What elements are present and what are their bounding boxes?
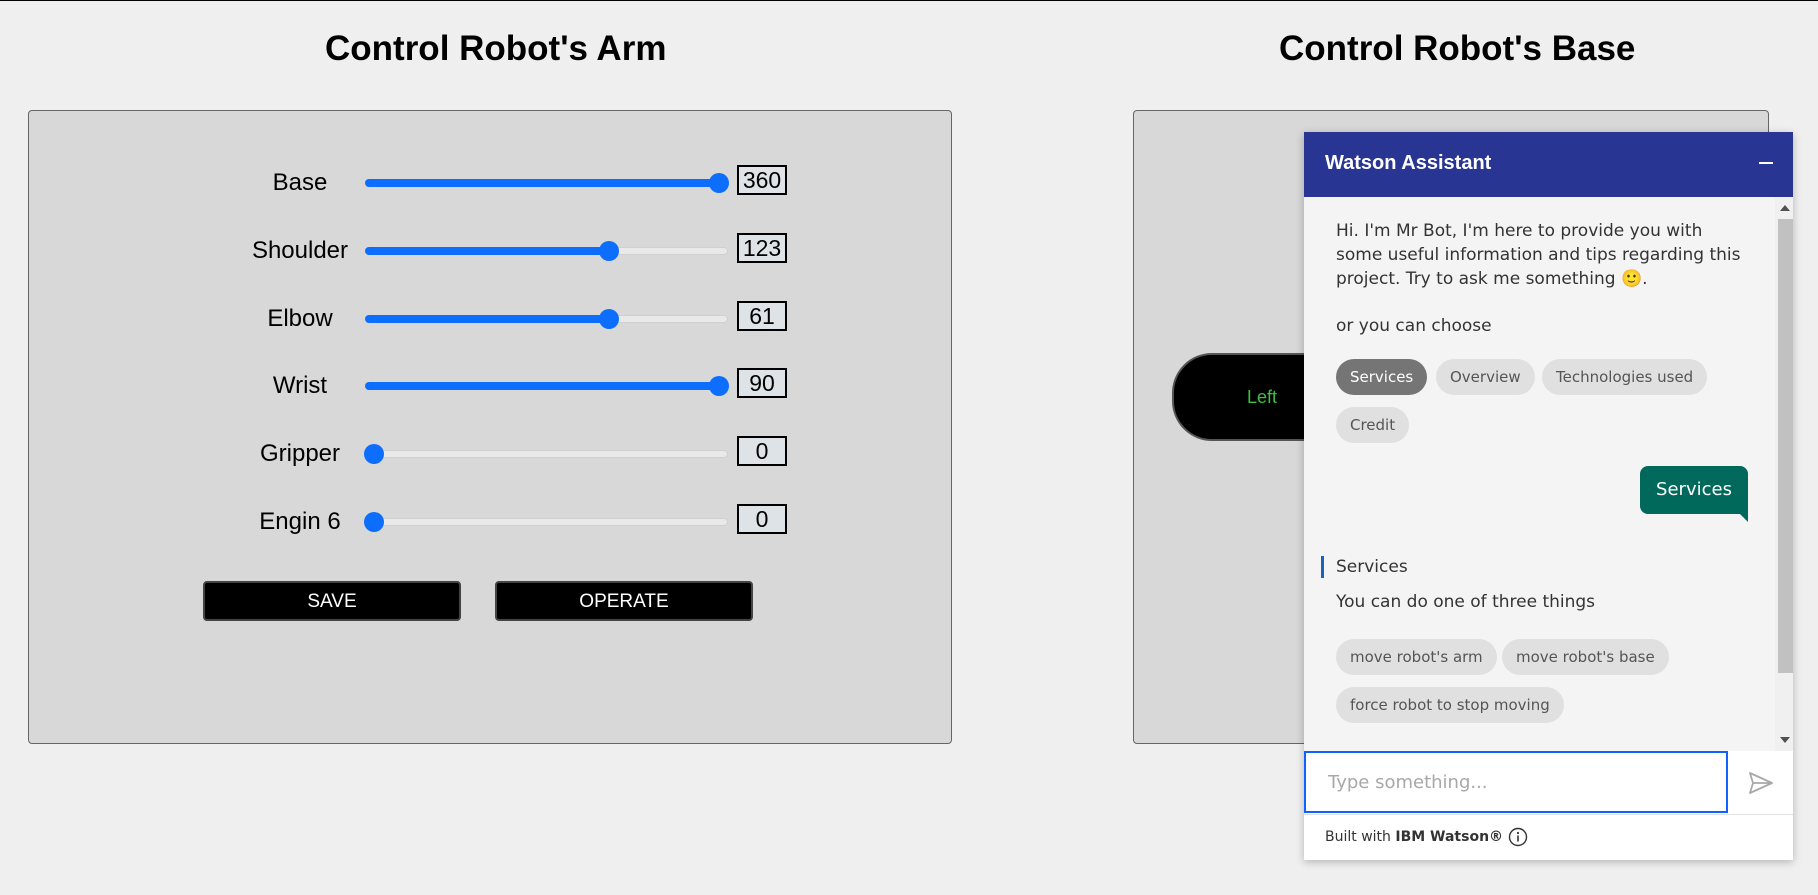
slider-thumb[interactable]	[598, 309, 619, 329]
option-chip-credit[interactable]: Credit	[1336, 407, 1410, 443]
chat-input-area	[1304, 751, 1793, 814]
slider-label: Elbow	[267, 305, 333, 332]
reply-accent-bar	[1321, 556, 1324, 578]
slider-fill	[365, 315, 608, 323]
watson-assistant-widget: Watson Assistant Hi. I'm Mr Bot, I'm her…	[1304, 132, 1793, 860]
slider-thumb[interactable]	[598, 241, 619, 261]
footer-prefix: Built with	[1325, 829, 1396, 845]
reply-text: You can do one of three things	[1336, 592, 1596, 612]
scroll-down-icon[interactable]	[1780, 737, 1790, 743]
slider-thumb[interactable]	[364, 512, 384, 532]
slider-fill	[365, 247, 608, 255]
slider-row-gripper: Gripper 0	[29, 434, 951, 474]
arm-control-panel: Base 360 Shoulder 123 Elbow 61 Wrist 90 …	[28, 110, 952, 744]
option-chip-services[interactable]: Services	[1336, 359, 1428, 395]
bot-choose-text: or you can choose	[1336, 316, 1492, 336]
slider-label: Base	[272, 169, 328, 196]
chat-input[interactable]	[1304, 751, 1728, 813]
reply-title: Services	[1336, 557, 1408, 577]
base-title: Control Robot's Base	[1279, 29, 1636, 68]
slider-label: Shoulder	[251, 237, 349, 264]
slider-label: Engin 6	[259, 508, 341, 535]
info-icon[interactable]	[1508, 827, 1528, 847]
slider-row-elbow: Elbow 61	[29, 299, 951, 339]
user-message: Services	[1640, 466, 1748, 522]
watson-footer: Built with IBM Watson®	[1304, 814, 1793, 860]
option-chip-technologies[interactable]: Technologies used	[1542, 359, 1708, 395]
scrollbar[interactable]	[1775, 197, 1793, 751]
bot-greeting: Hi. I'm Mr Bot, I'm here to provide you …	[1336, 221, 1741, 289]
footer-text: Built with IBM Watson®	[1325, 829, 1503, 845]
slider-thumb[interactable]	[364, 444, 384, 464]
slider-label: Gripper	[259, 440, 341, 467]
minimize-icon[interactable]	[1759, 162, 1773, 164]
operate-button[interactable]: OPERATE	[495, 581, 753, 621]
wrist-value[interactable]: 90	[737, 368, 787, 398]
wrist-slider[interactable]	[365, 376, 729, 396]
slider-thumb[interactable]	[709, 173, 729, 193]
watson-header: Watson Assistant	[1304, 132, 1793, 197]
slider-fill	[365, 382, 718, 390]
slider-row-wrist: Wrist 90	[29, 366, 951, 406]
slider-label: Wrist	[272, 372, 328, 399]
scroll-thumb[interactable]	[1778, 219, 1793, 673]
save-button[interactable]: SAVE	[203, 581, 461, 621]
elbow-slider[interactable]	[365, 309, 728, 329]
scroll-up-icon[interactable]	[1780, 205, 1790, 211]
reply-chip-base[interactable]: move robot's base	[1502, 639, 1669, 675]
base-value[interactable]: 360	[737, 165, 787, 195]
gripper-value[interactable]: 0	[737, 436, 787, 466]
engin-6-value[interactable]: 0	[737, 504, 787, 534]
message-list: Hi. I'm Mr Bot, I'm here to provide you …	[1304, 197, 1793, 751]
slider-row-base: Base 360	[29, 163, 951, 203]
reply-chip-arm[interactable]: move robot's arm	[1336, 639, 1497, 675]
base-slider[interactable]	[365, 173, 729, 193]
option-chip-overview[interactable]: Overview	[1436, 359, 1535, 395]
arm-title: Control Robot's Arm	[325, 29, 667, 68]
watson-title: Watson Assistant	[1325, 152, 1492, 174]
engin-6-slider[interactable]	[364, 512, 728, 532]
reply-chip-stop[interactable]: force robot to stop moving	[1336, 687, 1564, 723]
elbow-value[interactable]: 61	[737, 301, 787, 331]
slider-fill	[365, 179, 718, 187]
footer-brand: IBM Watson®	[1395, 829, 1504, 845]
shoulder-value[interactable]: 123	[737, 233, 787, 263]
slider-row-shoulder: Shoulder 123	[29, 231, 951, 271]
slider-row-engin-6: Engin 6 0	[29, 502, 951, 542]
slider-thumb[interactable]	[709, 376, 729, 396]
shoulder-slider[interactable]	[365, 241, 728, 261]
gripper-slider[interactable]	[364, 444, 728, 464]
send-icon[interactable]	[1748, 771, 1774, 795]
